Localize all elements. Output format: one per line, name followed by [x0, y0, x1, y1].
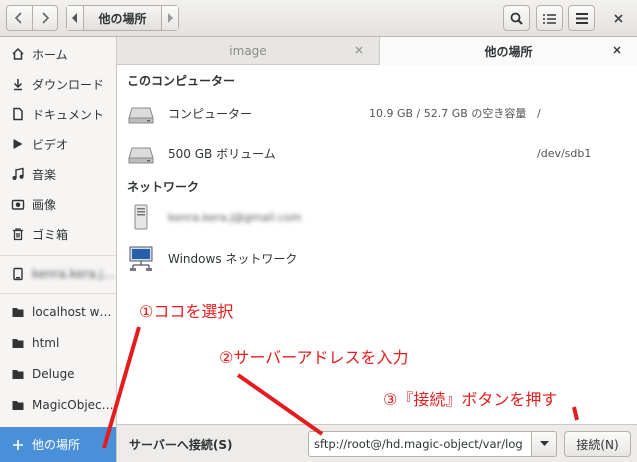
back-button[interactable] — [7, 6, 32, 30]
sidebar: ホーム ダウンロード ドキュメント ビデオ 音楽 画像 ゴミ箱 kenra.ke… — [0, 37, 117, 462]
header-bar: 他の場所 — [0, 0, 637, 37]
close-icon — [355, 46, 363, 54]
window-close-button[interactable] — [610, 10, 626, 26]
location-capacity: 10.9 GB / 52.7 GB の空き容量 — [369, 107, 527, 120]
tab-close-button[interactable] — [611, 44, 623, 56]
drive-icon — [11, 267, 25, 281]
tab-other-locations[interactable]: 他の場所 — [379, 37, 637, 65]
location-name: kenra.kera.j@gmail.com — [168, 210, 302, 224]
network-server-icon — [134, 204, 148, 230]
sidebar-item-account-drive[interactable]: kenra.kera.j… — [0, 261, 116, 287]
connect-to-server-bar: サーバーへ接続(S) sftp://root@/hd.magic-object/… — [117, 424, 637, 462]
sidebar-item-label: ドキュメント — [32, 107, 105, 122]
search-button[interactable] — [503, 5, 530, 31]
annotation-step2: ②サーバーアドレスを入力 — [219, 348, 409, 367]
windows-network-icon — [129, 246, 153, 271]
annotation-step3: ③『接続』ボタンを押す — [383, 390, 558, 409]
connect-button[interactable]: 接続(N) — [564, 431, 631, 457]
sidebar-item-label: html — [32, 336, 60, 350]
folder-icon — [11, 336, 25, 350]
sidebar-separator — [0, 255, 116, 256]
location-row-computer[interactable]: コンピューター 10.9 GB / 52.7 GB の空き容量 / — [117, 95, 637, 131]
server-address-input[interactable]: sftp://root@/hd.magic-object/var/log — [308, 431, 532, 457]
path-scroll-left-button[interactable] — [67, 6, 84, 30]
home-icon — [11, 47, 25, 61]
location-row-network-account[interactable]: kenra.kera.j@gmail.com — [117, 199, 637, 235]
close-icon — [613, 46, 621, 54]
plus-icon — [11, 438, 25, 452]
forward-button[interactable] — [31, 6, 58, 30]
sidebar-item-music[interactable]: 音楽 — [0, 161, 116, 187]
folder-icon — [11, 305, 25, 319]
back-icon — [15, 12, 22, 24]
sidebar-item-label: localhost w… — [32, 305, 112, 319]
path-scroll-right-button[interactable] — [161, 6, 178, 30]
location-name: Windows ネットワーク — [168, 251, 298, 266]
sidebar-item-documents[interactable]: ドキュメント — [0, 101, 116, 127]
download-icon — [11, 77, 25, 91]
path-current-location[interactable]: 他の場所 — [84, 6, 161, 30]
location-name: コンピューター — [168, 106, 253, 121]
sidebar-item-label: ホーム — [32, 47, 68, 62]
sidebar-item-label: 音楽 — [32, 167, 57, 182]
hard-disk-icon — [128, 147, 154, 164]
sidebar-item-deluge[interactable]: Deluge — [0, 361, 116, 387]
forward-icon — [42, 12, 49, 24]
sidebar-item-label: kenra.kera.j… — [32, 267, 115, 281]
camera-icon — [11, 197, 25, 211]
location-path: /dev/sdb1 — [537, 146, 592, 160]
connect-button-label: 接続(N) — [576, 437, 619, 452]
view-list-icon — [543, 13, 556, 24]
other-locations-view: このコンピューター コンピューター 10.9 GB / 52.7 GB の空き容… — [117, 65, 637, 424]
menu-icon — [575, 12, 588, 24]
close-icon — [613, 13, 623, 23]
tab-bar: image 他の場所 — [117, 37, 637, 65]
tab-label: 他の場所 — [484, 44, 533, 59]
chevron-down-icon — [539, 441, 549, 446]
view-list-button[interactable] — [536, 5, 563, 31]
location-name: 500 GB ボリューム — [168, 146, 276, 161]
section-title-network: ネットワーク — [127, 180, 200, 194]
section-title-this-computer: このコンピューター — [127, 74, 236, 88]
sidebar-item-label: ゴミ箱 — [32, 227, 69, 242]
sidebar-item-trash[interactable]: ゴミ箱 — [0, 221, 116, 247]
server-history-dropdown[interactable] — [532, 431, 557, 457]
document-icon — [11, 107, 25, 121]
location-row-volume[interactable]: 500 GB ボリューム /dev/sdb1 — [117, 135, 637, 171]
sidebar-item-localhost[interactable]: localhost w… — [0, 299, 116, 325]
location-path: / — [537, 106, 541, 120]
sidebar-item-label: ビデオ — [32, 137, 69, 152]
sidebar-item-magicobject[interactable]: MagicObjec… — [0, 392, 116, 418]
sidebar-item-label: ダウンロード — [32, 77, 105, 92]
folder-icon — [11, 398, 25, 412]
video-icon — [11, 137, 25, 151]
sidebar-item-label: 他の場所 — [32, 438, 81, 452]
path-left-icon — [72, 13, 77, 23]
sidebar-item-label: 画像 — [32, 197, 57, 212]
tab-label: image — [229, 44, 267, 58]
path-right-icon — [168, 13, 173, 23]
location-row-windows-network[interactable]: Windows ネットワーク — [117, 240, 637, 276]
tab-image[interactable]: image — [117, 37, 379, 65]
menu-button[interactable] — [568, 5, 595, 31]
hard-disk-icon — [128, 107, 154, 124]
sidebar-item-videos[interactable]: ビデオ — [0, 131, 116, 157]
annotation-step1: ①ココを選択 — [139, 302, 234, 321]
path-bar: 他の場所 — [66, 5, 179, 31]
sidebar-item-html[interactable]: html — [0, 330, 116, 356]
nav-button-group — [6, 5, 58, 31]
sidebar-item-label: Deluge — [32, 367, 75, 381]
folder-icon — [11, 367, 25, 381]
tab-close-button[interactable] — [353, 44, 365, 56]
connect-to-server-label: サーバーへ接続(S) — [129, 438, 233, 452]
sidebar-separator — [0, 293, 116, 294]
sidebar-item-downloads[interactable]: ダウンロード — [0, 71, 116, 97]
music-icon — [11, 167, 25, 181]
sidebar-item-home[interactable]: ホーム — [0, 41, 116, 67]
trash-icon — [11, 227, 25, 241]
sidebar-item-other-locations[interactable]: 他の場所 — [0, 427, 116, 462]
sidebar-item-pictures[interactable]: 画像 — [0, 191, 116, 217]
search-icon — [510, 12, 523, 25]
sidebar-item-label: MagicObjec… — [32, 398, 114, 412]
